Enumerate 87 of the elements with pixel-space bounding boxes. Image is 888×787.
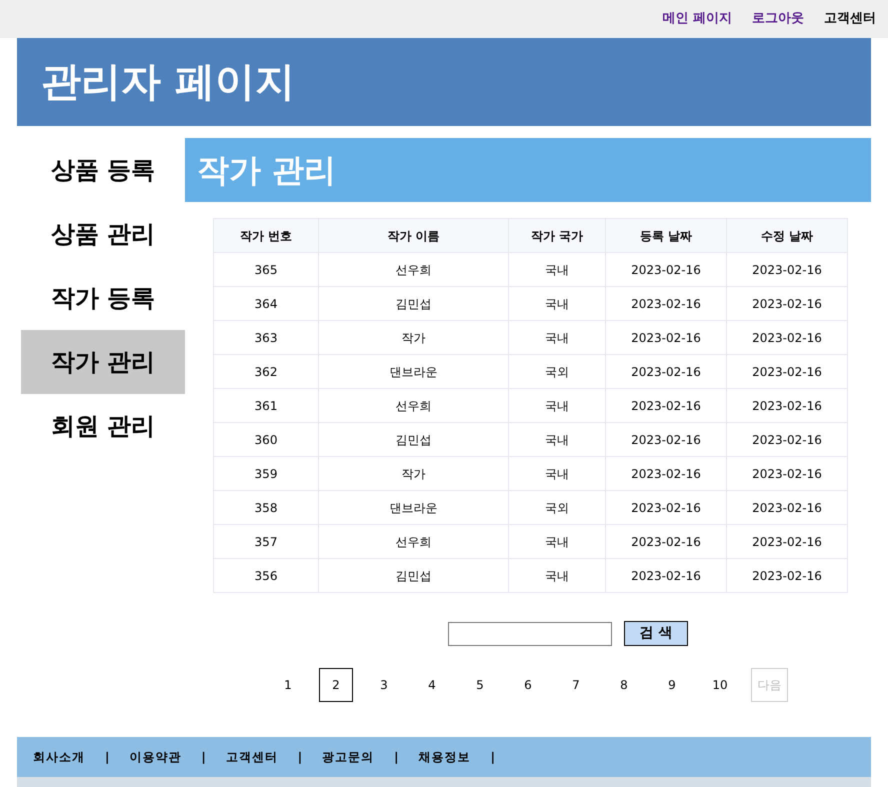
footer-link[interactable]: 광고문의: [322, 748, 374, 766]
table-cell: 김민섭: [318, 422, 508, 456]
separator: |: [394, 749, 399, 766]
footer-link[interactable]: 채용정보: [418, 748, 471, 766]
table-cell: 2023-02-16: [726, 456, 848, 490]
footer-link[interactable]: 고객센터: [226, 748, 278, 766]
page-link[interactable]: 4: [415, 668, 449, 702]
table-cell: 국내: [508, 456, 606, 490]
table-cell: 358: [214, 490, 318, 524]
table-cell: 2023-02-16: [726, 286, 848, 320]
table-cell: 2023-02-16: [606, 388, 726, 422]
table-cell: 2023-02-16: [726, 490, 848, 524]
table-cell: 김민섭: [318, 286, 508, 320]
table-cell: 2023-02-16: [726, 388, 848, 422]
header-link[interactable]: 메인 페이지: [662, 9, 732, 29]
page-title: 관리자 페이지: [41, 58, 295, 107]
header-link[interactable]: 로그아웃: [752, 9, 804, 29]
table-cell: 2023-02-16: [606, 558, 726, 592]
sidebar-item[interactable]: 상품 등록: [21, 138, 185, 202]
separator: |: [201, 749, 206, 766]
table-cell: 댄브라운: [318, 490, 508, 524]
header-link[interactable]: 고객센터: [824, 9, 876, 29]
table-cell: 국내: [508, 422, 606, 456]
table-cell: 국내: [508, 286, 606, 320]
column-header: 작가 번호: [214, 218, 318, 252]
table-cell: 작가: [318, 456, 508, 490]
section-title: 작가 관리: [197, 150, 336, 191]
table-cell: 360: [214, 422, 318, 456]
table-cell: 359: [214, 456, 318, 490]
page-link[interactable]: 5: [463, 668, 497, 702]
table-cell: 국외: [508, 354, 606, 388]
table-cell: 선우희: [318, 388, 508, 422]
page-link[interactable]: 2: [319, 668, 353, 702]
page-link[interactable]: 8: [607, 668, 641, 702]
footer-link[interactable]: 회사소개: [33, 748, 85, 766]
sidebar-item[interactable]: 작가 등록: [21, 266, 185, 330]
footer-link[interactable]: 이용약관: [129, 748, 182, 766]
table-cell: 357: [214, 524, 318, 558]
table-cell: 361: [214, 388, 318, 422]
table-cell: 작가: [318, 320, 508, 354]
table-cell: 댄브라운: [318, 354, 508, 388]
page-link[interactable]: 7: [559, 668, 593, 702]
page-link[interactable]: 10: [703, 668, 737, 702]
search-button[interactable]: 검 색: [624, 621, 688, 646]
table-cell: 2023-02-16: [726, 524, 848, 558]
table-cell: 356: [214, 558, 318, 592]
table-cell: 국내: [508, 388, 606, 422]
table-cell: 2023-02-16: [606, 524, 726, 558]
table-cell: 2023-02-16: [606, 354, 726, 388]
table-cell: 2023-02-16: [606, 490, 726, 524]
page-link[interactable]: 9: [655, 668, 689, 702]
separator: |: [490, 749, 495, 766]
table-cell: 2023-02-16: [726, 558, 848, 592]
table-cell: 363: [214, 320, 318, 354]
sidebar-item[interactable]: 작가 관리: [21, 330, 185, 394]
table-cell: 국내: [508, 558, 606, 592]
table-cell: 2023-02-16: [606, 252, 726, 286]
table-cell: 362: [214, 354, 318, 388]
table-cell: 2023-02-16: [606, 286, 726, 320]
table-cell: 2023-02-16: [726, 252, 848, 286]
separator: |: [105, 749, 110, 766]
page-link[interactable]: 6: [511, 668, 545, 702]
table-cell: 364: [214, 286, 318, 320]
table-cell: 국외: [508, 490, 606, 524]
page-link[interactable]: 3: [367, 668, 401, 702]
table-cell: 김민섭: [318, 558, 508, 592]
separator: |: [298, 749, 302, 766]
table-cell: 2023-02-16: [606, 320, 726, 354]
table-cell: 국내: [508, 524, 606, 558]
table-cell: 국내: [508, 320, 606, 354]
table-cell: 2023-02-16: [726, 422, 848, 456]
search-field[interactable]: [448, 622, 612, 646]
column-header: 작가 이름: [318, 218, 508, 252]
table-cell: 365: [214, 252, 318, 286]
sidebar-item[interactable]: 회원 관리: [21, 394, 185, 458]
column-header: 작가 국가: [508, 218, 606, 252]
table-cell: 2023-02-16: [606, 456, 726, 490]
table-cell: 국내: [508, 252, 606, 286]
page-link[interactable]: 1: [271, 668, 305, 702]
table-cell: 선우희: [318, 252, 508, 286]
table-cell: 2023-02-16: [726, 354, 848, 388]
table-cell: 선우희: [318, 524, 508, 558]
table-cell: 2023-02-16: [726, 320, 848, 354]
column-header: 수정 날짜: [726, 218, 848, 252]
column-header: 등록 날짜: [606, 218, 726, 252]
sidebar-item[interactable]: 상품 관리: [21, 202, 185, 266]
table-cell: 2023-02-16: [606, 422, 726, 456]
